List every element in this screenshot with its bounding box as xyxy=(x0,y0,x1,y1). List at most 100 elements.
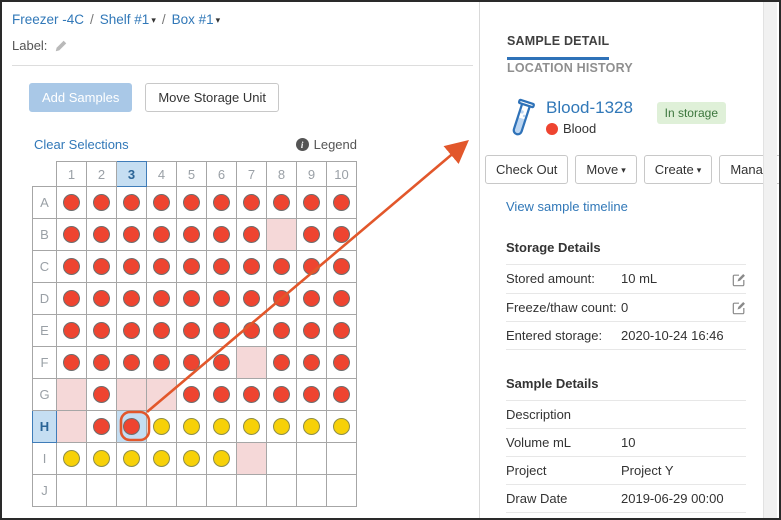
grid-cell-E6[interactable] xyxy=(207,315,237,347)
scrollbar[interactable] xyxy=(763,2,777,518)
grid-cell-A4[interactable] xyxy=(147,187,177,219)
grid-cell-D6[interactable] xyxy=(207,283,237,315)
grid-cell-J2[interactable] xyxy=(87,475,117,507)
grid-cell-C2[interactable] xyxy=(87,251,117,283)
grid-cell-F5[interactable] xyxy=(177,347,207,379)
edit-icon[interactable] xyxy=(732,273,746,287)
grid-cell-H6[interactable] xyxy=(207,411,237,443)
grid-cell-J6[interactable] xyxy=(207,475,237,507)
tab-sample-detail[interactable]: SAMPLE DETAIL xyxy=(507,34,609,60)
grid-cell-G2[interactable] xyxy=(87,379,117,411)
row-header-I[interactable]: I xyxy=(33,443,57,475)
grid-cell-H9[interactable] xyxy=(297,411,327,443)
grid-cell-F9[interactable] xyxy=(297,347,327,379)
create-button[interactable]: Create▾ xyxy=(644,155,713,184)
grid-cell-J8[interactable] xyxy=(267,475,297,507)
grid-cell-C9[interactable] xyxy=(297,251,327,283)
grid-cell-B1[interactable] xyxy=(57,219,87,251)
grid-cell-B4[interactable] xyxy=(147,219,177,251)
grid-cell-C6[interactable] xyxy=(207,251,237,283)
row-header-A[interactable]: A xyxy=(33,187,57,219)
row-header-F[interactable]: F xyxy=(33,347,57,379)
grid-cell-D4[interactable] xyxy=(147,283,177,315)
move-button[interactable]: Move▾ xyxy=(575,155,636,184)
grid-cell-B6[interactable] xyxy=(207,219,237,251)
grid-cell-J3[interactable] xyxy=(117,475,147,507)
grid-cell-A7[interactable] xyxy=(237,187,267,219)
grid-cell-I1[interactable] xyxy=(57,443,87,475)
grid-cell-D5[interactable] xyxy=(177,283,207,315)
grid-cell-C1[interactable] xyxy=(57,251,87,283)
grid-cell-H1[interactable] xyxy=(57,411,87,443)
column-header-1[interactable]: 1 xyxy=(57,162,87,187)
grid-cell-H10[interactable] xyxy=(327,411,357,443)
grid-cell-D2[interactable] xyxy=(87,283,117,315)
grid-cell-J5[interactable] xyxy=(177,475,207,507)
legend-toggle[interactable]: i Legend xyxy=(296,137,357,152)
grid-cell-C10[interactable] xyxy=(327,251,357,283)
edit-icon[interactable] xyxy=(732,301,746,315)
row-header-J[interactable]: J xyxy=(33,475,57,507)
column-header-9[interactable]: 9 xyxy=(297,162,327,187)
grid-cell-F1[interactable] xyxy=(57,347,87,379)
grid-cell-A10[interactable] xyxy=(327,187,357,219)
column-header-10[interactable]: 10 xyxy=(327,162,357,187)
grid-cell-I6[interactable] xyxy=(207,443,237,475)
column-header-6[interactable]: 6 xyxy=(207,162,237,187)
grid-cell-F8[interactable] xyxy=(267,347,297,379)
row-header-B[interactable]: B xyxy=(33,219,57,251)
grid-cell-E9[interactable] xyxy=(297,315,327,347)
grid-cell-H8[interactable] xyxy=(267,411,297,443)
grid-cell-A1[interactable] xyxy=(57,187,87,219)
grid-cell-C4[interactable] xyxy=(147,251,177,283)
grid-cell-H5[interactable] xyxy=(177,411,207,443)
grid-cell-D3[interactable] xyxy=(117,283,147,315)
grid-cell-E8[interactable] xyxy=(267,315,297,347)
grid-cell-E7[interactable] xyxy=(237,315,267,347)
row-header-E[interactable]: E xyxy=(33,315,57,347)
column-header-3[interactable]: 3 xyxy=(117,162,147,187)
grid-cell-J7[interactable] xyxy=(237,475,267,507)
breadcrumb-link-shelf-1[interactable]: Shelf #1▾ xyxy=(100,12,156,27)
grid-cell-J1[interactable] xyxy=(57,475,87,507)
column-header-5[interactable]: 5 xyxy=(177,162,207,187)
grid-cell-G4[interactable] xyxy=(147,379,177,411)
row-header-G[interactable]: G xyxy=(33,379,57,411)
row-header-H[interactable]: H xyxy=(33,411,57,443)
breadcrumb-link-freezer-4c[interactable]: Freezer -4C xyxy=(12,12,84,27)
grid-cell-B7[interactable] xyxy=(237,219,267,251)
grid-cell-E10[interactable] xyxy=(327,315,357,347)
grid-cell-G3[interactable] xyxy=(117,379,147,411)
grid-cell-H3[interactable] xyxy=(117,411,147,443)
grid-cell-H7[interactable] xyxy=(237,411,267,443)
grid-cell-E3[interactable] xyxy=(117,315,147,347)
grid-cell-E2[interactable] xyxy=(87,315,117,347)
grid-cell-B8[interactable] xyxy=(267,219,297,251)
edit-label-pencil-icon[interactable] xyxy=(54,39,68,53)
grid-cell-G9[interactable] xyxy=(297,379,327,411)
grid-cell-I3[interactable] xyxy=(117,443,147,475)
grid-cell-F7[interactable] xyxy=(237,347,267,379)
grid-cell-I4[interactable] xyxy=(147,443,177,475)
grid-cell-F10[interactable] xyxy=(327,347,357,379)
grid-cell-A9[interactable] xyxy=(297,187,327,219)
grid-cell-C8[interactable] xyxy=(267,251,297,283)
grid-cell-I9[interactable] xyxy=(297,443,327,475)
grid-cell-I8[interactable] xyxy=(267,443,297,475)
grid-cell-I5[interactable] xyxy=(177,443,207,475)
grid-cell-B5[interactable] xyxy=(177,219,207,251)
grid-cell-G6[interactable] xyxy=(207,379,237,411)
move-storage-unit-button[interactable]: Move Storage Unit xyxy=(145,83,279,112)
grid-cell-A3[interactable] xyxy=(117,187,147,219)
grid-cell-D10[interactable] xyxy=(327,283,357,315)
grid-cell-J9[interactable] xyxy=(297,475,327,507)
view-sample-timeline-link[interactable]: View sample timeline xyxy=(506,199,762,214)
clear-selections-link[interactable]: Clear Selections xyxy=(34,137,129,152)
grid-cell-E4[interactable] xyxy=(147,315,177,347)
grid-cell-A6[interactable] xyxy=(207,187,237,219)
grid-cell-F2[interactable] xyxy=(87,347,117,379)
grid-cell-G10[interactable] xyxy=(327,379,357,411)
grid-cell-B3[interactable] xyxy=(117,219,147,251)
grid-cell-B9[interactable] xyxy=(297,219,327,251)
grid-cell-G1[interactable] xyxy=(57,379,87,411)
